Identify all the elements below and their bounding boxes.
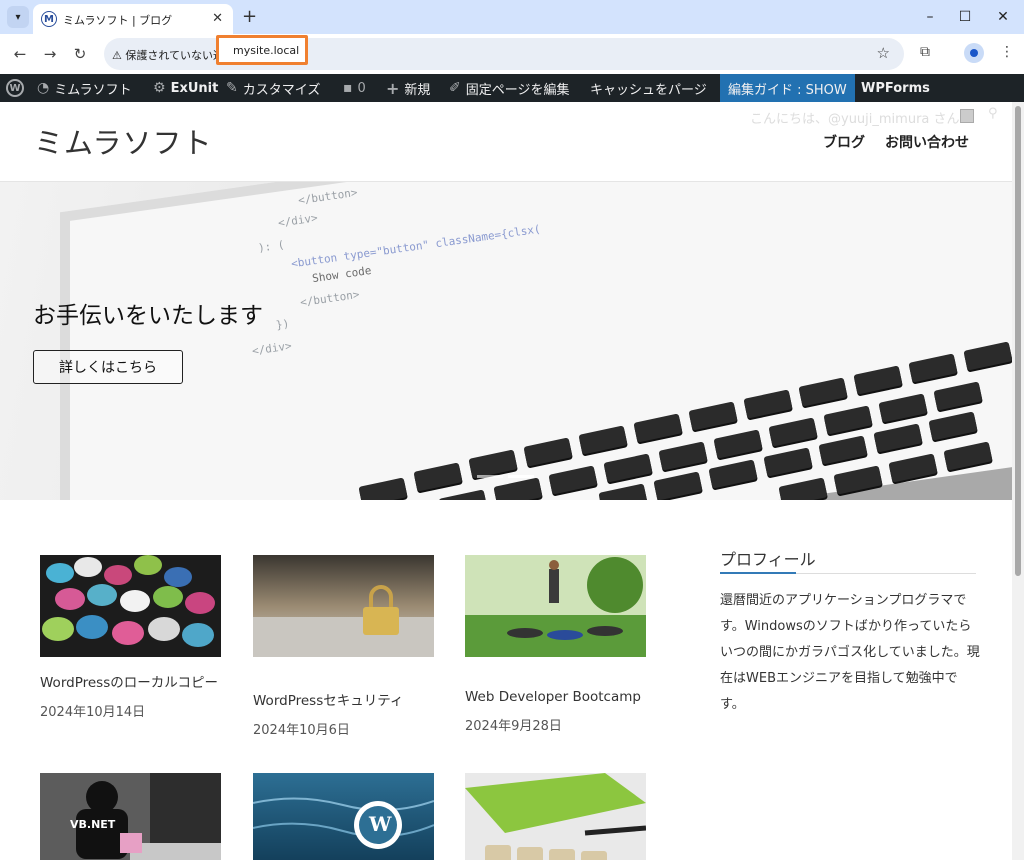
scrollbar-thumb[interactable] bbox=[1015, 106, 1021, 576]
comment-bubble-icon: ▪ bbox=[343, 80, 353, 96]
sidebar-profile-text: 還暦間近のアプリケーションプログラマです。Windowsのソフトばかり作っていた… bbox=[720, 593, 980, 712]
admin-new-label: 新規 bbox=[404, 82, 431, 98]
hero-slider: </button> </div> ): ( <button type="butt… bbox=[0, 182, 1012, 500]
pencil-icon: ✐ bbox=[449, 80, 461, 96]
post-title[interactable]: WordPressのローカルコピー bbox=[40, 671, 221, 691]
wp-logo-menu[interactable]: W bbox=[6, 74, 24, 102]
bookmark-star-icon[interactable]: ☆ bbox=[877, 44, 890, 62]
page-scrollbar[interactable] bbox=[1012, 102, 1024, 860]
browser-tab[interactable]: M ミムラソフト | ブログ ✕ bbox=[33, 4, 233, 34]
admin-customize[interactable]: ✎ カスタマイズ bbox=[226, 74, 320, 102]
admin-edit-guide-label: 編集ガイド : SHOW bbox=[728, 82, 847, 98]
new-tab-plus-icon[interactable]: + bbox=[242, 6, 257, 27]
site-favicon-icon: M bbox=[41, 11, 57, 27]
plus-icon: + bbox=[386, 78, 400, 98]
admin-comments[interactable]: ▪ 0 bbox=[343, 74, 366, 102]
post-card[interactable]: WordPressのローカルコピー 2024年10月14日 bbox=[40, 555, 221, 720]
admin-exunit[interactable]: ⚙ ExUnit bbox=[153, 74, 218, 102]
wordpress-logo-icon: W bbox=[369, 812, 392, 836]
admin-edit-guide[interactable]: 編集ガイド : SHOW bbox=[720, 74, 855, 102]
post-thumbnail-bootcamp[interactable] bbox=[465, 555, 646, 657]
wp-admin-bar: W ◔ ミムラソフト ⚙ ExUnit ✎ カスタマイズ ▪ 0 + 新規 ✐ … bbox=[0, 74, 1024, 102]
post-thumbnail-wordpress-ocean[interactable]: W bbox=[253, 773, 434, 860]
chevron-down-icon: ▾ bbox=[15, 11, 21, 23]
forward-arrow-icon[interactable]: → bbox=[40, 44, 60, 64]
minimize-icon[interactable]: – bbox=[918, 6, 942, 28]
site-header: ミムラソフト こんにちは、@yuuji_mimura さん ⚲ ブログ お問い合… bbox=[0, 102, 1012, 182]
tab-search-button[interactable]: ▾ bbox=[7, 6, 29, 28]
hero-more-button[interactable]: 詳しくはこちら bbox=[33, 350, 183, 384]
admin-new[interactable]: + 新規 bbox=[386, 74, 430, 102]
wordpress-badges-image bbox=[40, 555, 221, 657]
sidebar-profile-title: プロフィール bbox=[720, 550, 816, 569]
url-text: mysite.local bbox=[233, 44, 300, 57]
post-card[interactable] bbox=[465, 773, 646, 860]
address-toolbar: ← → ↻ ⚠ 保護されていない通信 mysite.local ☆ ⧉ ⋮ bbox=[0, 34, 1024, 74]
slider-dot-1[interactable] bbox=[477, 475, 503, 478]
post-title[interactable]: WordPressセキュリティ bbox=[253, 689, 434, 709]
back-arrow-icon[interactable]: ← bbox=[10, 44, 30, 64]
nav-blog[interactable]: ブログ bbox=[823, 132, 865, 152]
sidebar-title-accent bbox=[720, 572, 796, 574]
post-card[interactable]: Web Developer Bootcamp 2024年9月28日 bbox=[465, 555, 646, 734]
maximize-icon[interactable]: ☐ bbox=[953, 6, 977, 28]
admin-site-name[interactable]: ◔ ミムラソフト bbox=[37, 74, 132, 102]
exunit-icon: ⚙ bbox=[153, 80, 166, 96]
admin-wpforms[interactable]: WPForms bbox=[861, 74, 930, 102]
profile-avatar-icon[interactable] bbox=[964, 43, 984, 63]
avatar[interactable] bbox=[960, 109, 974, 123]
omnibox[interactable]: ⚠ 保護されていない通信 mysite.local ☆ bbox=[104, 35, 904, 70]
close-tab-icon[interactable]: ✕ bbox=[212, 11, 223, 26]
admin-exunit-label: ExUnit bbox=[170, 80, 219, 96]
post-thumbnail-wordpress-buttons[interactable] bbox=[40, 555, 221, 657]
post-thumbnail-blog-blocks[interactable] bbox=[465, 773, 646, 860]
slider-dot-2[interactable] bbox=[508, 475, 534, 478]
post-thumbnail-vbnet[interactable]: VB.NET bbox=[40, 773, 221, 860]
padlock-laptop-image bbox=[253, 555, 434, 657]
browser-tab-strip: ▾ M ミムラソフト | ブログ ✕ + – ☐ ✕ bbox=[0, 0, 1024, 34]
window-close-icon[interactable]: ✕ bbox=[991, 6, 1015, 28]
code-line: }) bbox=[275, 317, 291, 332]
admin-greeting[interactable]: こんにちは、@yuuji_mimura さん bbox=[750, 108, 960, 127]
post-date: 2024年10月6日 bbox=[253, 723, 350, 738]
post-card[interactable]: VB.NET bbox=[40, 773, 221, 860]
post-date: 2024年10月14日 bbox=[40, 705, 146, 720]
reload-icon[interactable]: ↻ bbox=[70, 44, 90, 64]
vbnet-figure-image bbox=[40, 773, 221, 860]
admin-customize-label: カスタマイズ bbox=[242, 82, 321, 98]
admin-edit-page-label: 固定ページを編集 bbox=[465, 82, 570, 98]
wordpress-logo-icon: W bbox=[6, 79, 24, 97]
dashboard-gauge-icon: ◔ bbox=[37, 80, 50, 96]
post-thumbnail-padlock[interactable] bbox=[253, 555, 434, 657]
hero-title: お手伝いをいたします bbox=[33, 303, 263, 329]
admin-site-name-label: ミムラソフト bbox=[54, 82, 132, 98]
nav-contact[interactable]: お問い合わせ bbox=[885, 132, 969, 152]
admin-wpforms-label: WPForms bbox=[861, 80, 930, 96]
brush-icon: ✎ bbox=[226, 80, 238, 96]
admin-purge-cache-label: キャッシュをパージ bbox=[590, 82, 707, 98]
admin-comments-count: 0 bbox=[357, 80, 366, 96]
extensions-puzzle-icon[interactable]: ⧉ bbox=[920, 44, 930, 60]
vbnet-label: VB.NET bbox=[70, 818, 116, 831]
blog-blocks-image bbox=[465, 773, 646, 860]
warning-triangle-icon: ⚠ bbox=[112, 49, 122, 62]
post-date: 2024年9月28日 bbox=[465, 719, 562, 734]
url-highlight-box[interactable]: mysite.local bbox=[216, 35, 308, 65]
browser-menu-icon[interactable]: ⋮ bbox=[1000, 44, 1014, 60]
search-icon[interactable]: ⚲ bbox=[988, 106, 998, 121]
admin-purge-cache[interactable]: キャッシュをパージ bbox=[590, 74, 707, 102]
admin-edit-page[interactable]: ✐ 固定ページを編集 bbox=[449, 74, 569, 102]
post-card[interactable]: WordPressセキュリティ 2024年10月6日 bbox=[253, 555, 434, 738]
site-title[interactable]: ミムラソフト bbox=[34, 120, 213, 162]
post-title[interactable]: Web Developer Bootcamp bbox=[465, 689, 646, 705]
bootcamp-image bbox=[465, 555, 646, 657]
wordpress-ocean-image bbox=[253, 773, 434, 860]
tab-title: ミムラソフト | ブログ bbox=[63, 14, 173, 27]
post-card[interactable]: W bbox=[253, 773, 434, 860]
